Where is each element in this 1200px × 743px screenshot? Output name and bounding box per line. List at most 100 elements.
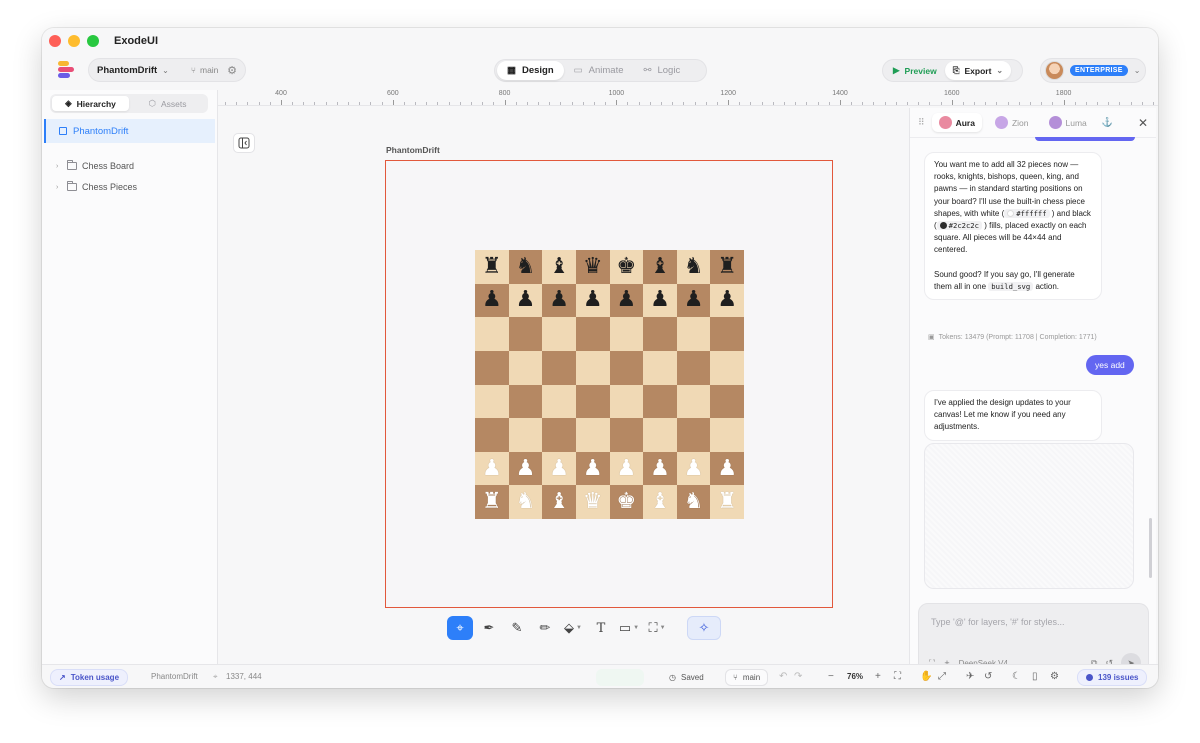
history-icon[interactable]: ↺ bbox=[984, 671, 992, 682]
chess-piece[interactable]: ♝ bbox=[650, 491, 670, 513]
chess-piece[interactable]: ♝ bbox=[549, 255, 569, 278]
zoom-level[interactable]: 76% bbox=[847, 672, 863, 681]
chess-piece[interactable]: ♟ bbox=[650, 289, 670, 311]
tab-design[interactable]: ▦ Design bbox=[497, 61, 564, 80]
board-square[interactable]: ♞ bbox=[508, 250, 543, 284]
board-square[interactable] bbox=[676, 350, 711, 385]
chess-piece[interactable]: ♟ bbox=[516, 457, 536, 480]
redo-icon[interactable]: ↷ bbox=[794, 671, 802, 682]
chess-piece[interactable]: ♞ bbox=[516, 491, 536, 513]
board-square[interactable]: ♟ bbox=[710, 283, 744, 318]
board-square[interactable] bbox=[710, 350, 744, 385]
board-square[interactable] bbox=[542, 317, 576, 351]
chess-piece[interactable]: ♟ bbox=[717, 457, 737, 480]
tab-animate[interactable]: ▭ Animate bbox=[564, 61, 634, 80]
undo-icon[interactable]: ↶ bbox=[779, 671, 787, 682]
board-square[interactable]: ♟ bbox=[609, 451, 644, 486]
chess-piece[interactable]: ♛ bbox=[583, 491, 603, 513]
board-square[interactable] bbox=[475, 384, 509, 419]
chess-piece[interactable]: ♟ bbox=[482, 457, 502, 480]
board-square[interactable] bbox=[508, 384, 543, 419]
board-square[interactable] bbox=[508, 350, 543, 385]
chess-piece[interactable]: ♟ bbox=[516, 289, 536, 311]
vector-tool-button[interactable]: ✎ bbox=[505, 616, 529, 640]
collapse-panel-button[interactable] bbox=[233, 133, 255, 153]
frame-tool-button[interactable]: ▭ ▼ bbox=[617, 616, 641, 640]
board-square[interactable] bbox=[609, 384, 644, 419]
preview-button[interactable]: ▶ Preview bbox=[885, 61, 945, 80]
drag-handle-icon[interactable]: ⠿ bbox=[918, 117, 925, 128]
board-square[interactable] bbox=[643, 384, 677, 419]
agent-tab-luma[interactable]: Luma bbox=[1042, 113, 1094, 132]
board-square[interactable] bbox=[475, 350, 509, 385]
board-square[interactable]: ♝ bbox=[643, 250, 677, 284]
board-square[interactable]: ♞ bbox=[676, 250, 711, 284]
board-square[interactable] bbox=[643, 350, 677, 385]
board-square[interactable] bbox=[542, 384, 576, 419]
board-square[interactable]: ♟ bbox=[676, 451, 711, 486]
chevron-right-icon[interactable]: › bbox=[56, 184, 62, 191]
fit-screen-icon[interactable]: ⛶ bbox=[894, 671, 901, 682]
board-square[interactable]: ♜ bbox=[475, 485, 509, 519]
export-button[interactable]: ⎘ Export ⌄ bbox=[944, 61, 1012, 80]
board-square[interactable]: ♝ bbox=[542, 250, 576, 284]
board-square[interactable] bbox=[609, 350, 644, 385]
board-square[interactable]: ♟ bbox=[475, 451, 509, 486]
chess-piece[interactable]: ♞ bbox=[684, 491, 704, 513]
chess-piece[interactable]: ♟ bbox=[616, 289, 636, 311]
tab-assets[interactable]: ⬡ Assets bbox=[129, 96, 206, 111]
zoom-in-icon[interactable]: + bbox=[875, 671, 881, 682]
chess-piece[interactable]: ♟ bbox=[549, 289, 569, 311]
rocket-icon[interactable]: ✈ bbox=[966, 671, 974, 682]
layer-chess-pieces[interactable]: › Chess Pieces bbox=[56, 178, 137, 196]
board-square[interactable]: ♟ bbox=[475, 283, 509, 318]
board-square[interactable] bbox=[575, 317, 610, 351]
layer-chess-board[interactable]: › Chess Board bbox=[56, 157, 134, 175]
select-tool-button[interactable]: ⌖ bbox=[447, 616, 473, 640]
board-square[interactable]: ♟ bbox=[542, 283, 576, 318]
board-square[interactable]: ♟ bbox=[676, 283, 711, 318]
image-tool-button[interactable]: ⛶ ▼ bbox=[645, 616, 669, 640]
maximize-window-button[interactable] bbox=[87, 35, 99, 47]
board-square[interactable] bbox=[609, 418, 644, 452]
board-square[interactable] bbox=[575, 418, 610, 452]
board-square[interactable]: ♟ bbox=[575, 451, 610, 486]
text-tool-button[interactable]: T bbox=[589, 616, 613, 640]
chess-piece[interactable]: ♟ bbox=[616, 457, 636, 480]
board-square[interactable]: ♞ bbox=[676, 485, 711, 519]
minimize-window-button[interactable] bbox=[68, 35, 80, 47]
chess-piece[interactable]: ♜ bbox=[717, 491, 737, 513]
chess-piece[interactable]: ♚ bbox=[616, 255, 636, 278]
moon-icon[interactable]: ☾ bbox=[1012, 671, 1021, 682]
board-square[interactable]: ♟ bbox=[542, 451, 576, 486]
agent-tab-aura[interactable]: Aura bbox=[931, 113, 982, 132]
layer-root[interactable]: PhantomDrift bbox=[44, 119, 215, 143]
chess-piece[interactable]: ♞ bbox=[516, 255, 536, 278]
pencil-tool-button[interactable]: ✏ bbox=[533, 616, 557, 640]
issues-button[interactable]: 139 issues bbox=[1077, 669, 1148, 686]
board-square[interactable] bbox=[710, 384, 744, 419]
chess-piece[interactable]: ♟ bbox=[482, 289, 502, 311]
chess-piece[interactable]: ♝ bbox=[650, 255, 670, 278]
agent-extra-icon[interactable]: ⚓ bbox=[1102, 117, 1113, 128]
board-square[interactable]: ♟ bbox=[710, 451, 744, 486]
chess-piece[interactable]: ♛ bbox=[583, 255, 603, 278]
board-square[interactable] bbox=[575, 350, 610, 385]
board-square[interactable]: ♝ bbox=[542, 485, 576, 519]
chess-piece[interactable]: ♚ bbox=[616, 491, 636, 513]
board-square[interactable]: ♜ bbox=[710, 485, 744, 519]
board-square[interactable] bbox=[710, 418, 744, 452]
board-square[interactable] bbox=[710, 317, 744, 351]
chess-piece[interactable]: ♟ bbox=[717, 289, 737, 311]
project-selector[interactable]: PhantomDrift ⌄ ⑂ main ⚙ bbox=[88, 58, 246, 82]
ai-magic-button[interactable]: ✧ bbox=[687, 616, 721, 640]
board-square[interactable]: ♜ bbox=[475, 250, 509, 284]
chess-piece[interactable]: ♟ bbox=[583, 289, 603, 311]
board-square[interactable] bbox=[542, 418, 576, 452]
chess-piece[interactable]: ♟ bbox=[684, 289, 704, 311]
board-square[interactable] bbox=[643, 418, 677, 452]
board-square[interactable] bbox=[676, 418, 711, 452]
gear-icon[interactable]: ⚙ bbox=[227, 64, 237, 77]
chess-piece[interactable]: ♜ bbox=[482, 255, 502, 278]
board-square[interactable] bbox=[475, 317, 509, 351]
